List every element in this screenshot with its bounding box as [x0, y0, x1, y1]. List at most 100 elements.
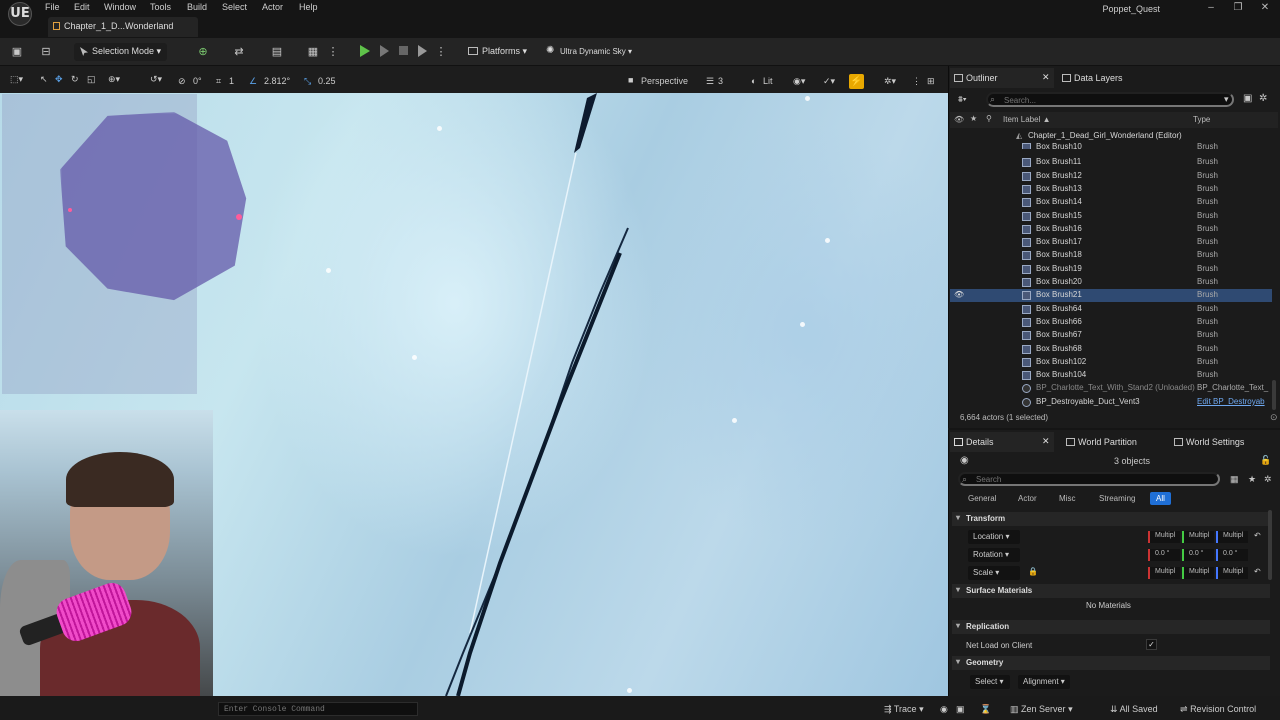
search-dropdown-icon[interactable]: ▾: [1224, 94, 1229, 105]
fov-value[interactable]: 3: [718, 76, 723, 86]
scale-z[interactable]: Multipl: [1216, 567, 1248, 579]
outliner-row[interactable]: Box Brush18 Brush: [950, 249, 1272, 262]
tab-data-layers[interactable]: Data Layers: [1058, 68, 1158, 88]
play-button[interactable]: [360, 45, 370, 57]
tab-outliner[interactable]: Outliner ✕: [950, 68, 1054, 88]
outliner-row[interactable]: Box Brush102 Brush: [950, 356, 1272, 369]
outliner-row[interactable]: Box Brush104 Brush: [950, 369, 1272, 382]
select-tool-icon[interactable]: ↖: [40, 74, 48, 85]
close-details-icon[interactable]: ✕: [1042, 436, 1050, 447]
rotation-y[interactable]: 0.0 °: [1182, 549, 1214, 561]
details-settings-icon[interactable]: ✲: [1264, 474, 1272, 485]
add-actor-icon[interactable]: ⊕: [196, 45, 210, 59]
trace-button[interactable]: ⇶ Trace ▾: [884, 704, 924, 715]
outliner-row[interactable]: Box Brush14 Brush: [950, 196, 1272, 209]
move-tool-icon[interactable]: ✥: [55, 74, 63, 85]
layout-icon[interactable]: ⊞: [927, 76, 935, 87]
settings-icon[interactable]: ✲▾: [884, 76, 896, 87]
grid-size-value[interactable]: 1: [229, 76, 234, 86]
angle-snap-value[interactable]: 2.812°: [264, 76, 290, 86]
tab-details[interactable]: Details ✕: [950, 432, 1054, 452]
location-x[interactable]: Multipl: [1148, 531, 1180, 543]
content-browser-icon[interactable]: ⊟: [39, 45, 53, 59]
platforms-dropdown[interactable]: Platforms ▾: [468, 43, 527, 57]
favorite-icon[interactable]: ★: [1248, 474, 1256, 485]
close-window-icon[interactable]: ✕: [1254, 1, 1276, 15]
grid-snap-icon[interactable]: ⊘: [178, 76, 186, 87]
zen-server-button[interactable]: ▥ Zen Server ▾: [1010, 704, 1073, 715]
section-transform[interactable]: Transform: [952, 512, 1270, 526]
stop-button[interactable]: [399, 46, 408, 55]
menu-select[interactable]: Select: [222, 2, 247, 12]
details-search-input[interactable]: [958, 472, 1220, 486]
view-options-icon[interactable]: ⊙: [1270, 412, 1278, 423]
all-saved-button[interactable]: ⇊ All Saved: [1110, 704, 1158, 715]
record-icon[interactable]: ◉: [940, 704, 948, 715]
camera-speed-value[interactable]: 0.25: [318, 76, 336, 86]
alignment-dropdown[interactable]: Alignment ▾: [1018, 675, 1070, 689]
filter-icon[interactable]: ⩩▾: [958, 94, 967, 105]
close-tab-icon[interactable]: ✕: [1042, 72, 1050, 83]
row-type[interactable]: Edit BP_Destroyab: [1197, 397, 1272, 406]
scale-dropdown[interactable]: Scale ▾: [968, 566, 1020, 580]
perspective-dropdown[interactable]: Perspective: [641, 76, 688, 86]
outliner-settings-icon[interactable]: ✲: [1259, 93, 1267, 104]
maximize-icon[interactable]: ❐: [1227, 1, 1249, 15]
reset-location-icon[interactable]: ↶: [1254, 531, 1261, 540]
realtime-icon[interactable]: ✓▾: [823, 76, 835, 87]
menu-file[interactable]: File: [45, 2, 60, 12]
scale-snap-icon[interactable]: ⤡: [304, 76, 311, 87]
outliner-row[interactable]: Box Brush15 Brush: [950, 210, 1272, 223]
rotation-z[interactable]: 0.0 °: [1216, 549, 1248, 561]
scale-tool-icon[interactable]: ◱: [87, 74, 96, 85]
add-folder-icon[interactable]: ▣: [1243, 93, 1252, 104]
unreal-logo-icon[interactable]: UE: [8, 2, 32, 26]
lock-icon[interactable]: 🔓: [1260, 455, 1271, 466]
details-scrollbar[interactable]: [1268, 510, 1272, 580]
section-geometry[interactable]: Geometry: [952, 656, 1270, 670]
rotate-tool-icon[interactable]: ↻: [71, 74, 79, 85]
ultra-dynamic-sky-dropdown[interactable]: ✺ Ultra Dynamic Sky ▾: [546, 43, 632, 56]
rotation-dropdown[interactable]: Rotation ▾: [968, 548, 1020, 562]
column-type[interactable]: Type: [1193, 115, 1210, 124]
viewport-menu-icon[interactable]: ⋮: [912, 76, 921, 87]
surface-snap-icon[interactable]: ↺▾: [150, 74, 162, 85]
outliner-row[interactable]: Box Brush12 Brush: [950, 170, 1272, 183]
filter-actor[interactable]: Actor: [1012, 492, 1043, 505]
outliner-row[interactable]: BP_Charlotte_Text_With_Stand2 (Unloaded)…: [950, 382, 1272, 395]
outliner-row[interactable]: Box Brush67 Brush: [950, 329, 1272, 342]
menu-help[interactable]: Help: [299, 2, 318, 12]
outliner-row[interactable]: Box Brush13 Brush: [950, 183, 1272, 196]
revision-control-button[interactable]: ⇌ Revision Control: [1180, 704, 1256, 715]
grid-icon[interactable]: ⌗: [216, 76, 221, 87]
section-replication[interactable]: Replication: [952, 620, 1270, 634]
outliner-row[interactable]: Box Brush17 Brush: [950, 236, 1272, 249]
angle-snap-icon[interactable]: ∠: [249, 76, 257, 87]
location-z[interactable]: Multipl: [1216, 531, 1248, 543]
table-view-icon[interactable]: ▦: [1230, 474, 1239, 485]
scale-lock-icon[interactable]: 🔒: [1028, 567, 1038, 576]
outliner-search-input[interactable]: [986, 92, 1234, 107]
view-mode-dropdown[interactable]: Lit: [763, 76, 773, 86]
save-icon[interactable]: ▣: [10, 45, 24, 59]
visibility-column-icon[interactable]: 👁: [954, 115, 964, 124]
menu-window[interactable]: Window: [104, 2, 136, 12]
play-options-icon[interactable]: ⋮: [434, 45, 448, 59]
lock-column-icon[interactable]: ⚲: [986, 114, 992, 123]
visibility-eye-icon[interactable]: 👁: [954, 290, 964, 299]
eject-button[interactable]: [418, 45, 427, 57]
net-load-checkbox[interactable]: ✓: [1146, 639, 1157, 650]
filter-misc[interactable]: Misc: [1053, 492, 1081, 505]
tab-world-settings[interactable]: World Settings: [1170, 432, 1270, 452]
build-icon[interactable]: ▦: [306, 45, 320, 59]
outliner-row[interactable]: Box Brush66 Brush: [950, 316, 1272, 329]
screenshot-icon[interactable]: ▣: [956, 704, 965, 715]
outliner-row[interactable]: BP_Destroyable_Duct_Vent3 Edit BP_Destroy…: [950, 396, 1272, 409]
viewport-options-icon[interactable]: ⬚▾: [10, 74, 23, 85]
scale-x[interactable]: Multipl: [1148, 567, 1180, 579]
pin-column-icon[interactable]: ★: [970, 114, 977, 123]
scale-y[interactable]: Multipl: [1182, 567, 1214, 579]
hourglass-icon[interactable]: ⌛: [980, 704, 991, 715]
outliner-row[interactable]: Box Brush11 Brush: [950, 156, 1272, 169]
console-input[interactable]: [218, 702, 418, 716]
